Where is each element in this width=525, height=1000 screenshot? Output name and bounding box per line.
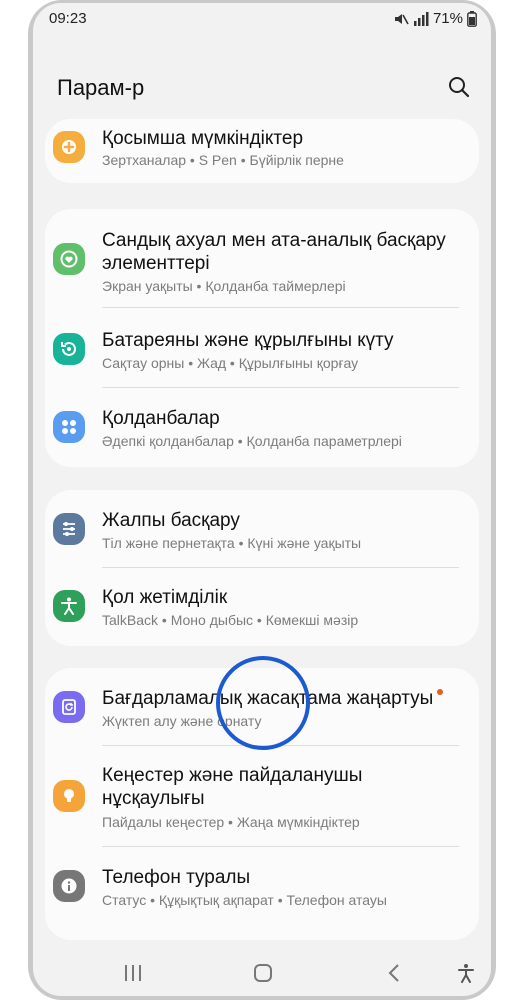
item-label: Батареяны және құрылғыны күту: [102, 330, 394, 351]
settings-item-accessibility[interactable]: Қол жетімділік TalkBack • Моно дыбыс • К…: [45, 568, 479, 646]
item-subtitle: Әдепкі қолданбалар • Қолданба параметрле…: [102, 433, 402, 449]
home-icon: [254, 964, 272, 982]
settings-group-advanced: Қосымша мүмкіндіктер Зертханалар • S Pen…: [45, 119, 479, 183]
page-title: Парам-р: [57, 75, 145, 100]
item-label: Қосымша мүмкіндіктер: [102, 128, 304, 149]
item-subtitle: Тіл және пернетақта • Күні және уақыты: [102, 535, 362, 551]
battery-percent: 71%: [432, 10, 463, 27]
notification-dot: [437, 689, 444, 695]
item-label: Қол жетімділік: [102, 587, 228, 608]
plus-gear-icon: [53, 131, 85, 163]
accessibility-button[interactable]: [452, 961, 480, 985]
recent-apps-button[interactable]: [119, 961, 147, 985]
settings-item-advanced-features[interactable]: Қосымша мүмкіндіктер Зертханалар • S Pen…: [45, 119, 479, 183]
item-subtitle: TalkBack • Моно дыбыс • Көмекші мәзір: [102, 612, 359, 628]
settings-group-support: Бағдарламалық жасақтама жаңартуы Жүктеп …: [45, 668, 479, 940]
item-subtitle: Статус • Құқықтық ақпарат • Телефон атау…: [102, 892, 387, 908]
status-bar: 09:23 71%: [33, 3, 491, 33]
item-label: Кеңестер және пайдаланушы нұсқаулығы: [102, 765, 363, 809]
status-icons: 71%: [393, 10, 477, 27]
apps-grid-icon: [53, 411, 85, 443]
software-update-icon: [53, 691, 85, 723]
settings-item-digital-wellbeing[interactable]: Сандық ахуал мен ата-аналық басқару элем…: [45, 209, 479, 307]
mute-icon: [393, 11, 409, 27]
back-button[interactable]: [380, 961, 408, 985]
signal-icon: [413, 11, 429, 26]
home-button[interactable]: [249, 961, 277, 985]
header: Парам-р: [33, 59, 491, 119]
item-subtitle: Жүктеп алу және орнату: [102, 713, 262, 729]
item-label: Қолданбалар: [102, 408, 220, 429]
lightbulb-icon: [53, 780, 85, 812]
settings-item-software-update[interactable]: Бағдарламалық жасақтама жаңартуы Жүктеп …: [45, 668, 479, 745]
item-subtitle: Экран уақыты • Қолданба таймерлері: [102, 278, 346, 294]
settings-item-battery-device-care[interactable]: Батареяны және құрылғыны күту Сақтау орн…: [45, 308, 479, 387]
recent-apps-icon: [125, 965, 141, 981]
accessibility-icon: [458, 964, 474, 983]
item-label: Телефон туралы: [102, 867, 251, 888]
heart-circle-icon: [53, 243, 85, 275]
battery-icon: [467, 10, 477, 27]
item-subtitle: Сақтау орны • Жад • Құрылғыны қорғау: [102, 355, 359, 371]
search-button[interactable]: [445, 73, 473, 101]
item-label: Сандық ахуал мен ата-аналық басқару элем…: [102, 230, 446, 274]
search-icon: [449, 77, 470, 98]
item-subtitle: Пайдалы кеңестер • Жаңа мүмкіндіктер: [102, 814, 360, 830]
sliders-icon: [53, 513, 85, 545]
settings-item-general-management[interactable]: Жалпы басқару Тіл және пернетақта • Күні…: [45, 490, 479, 567]
status-time: 09:23: [49, 10, 87, 27]
device-care-icon: [53, 333, 85, 365]
settings-item-tips-manual[interactable]: Кеңестер және пайдаланушы нұсқаулығы Пай…: [45, 746, 479, 846]
settings-group-general: Жалпы басқару Тіл және пернетақта • Күні…: [45, 490, 479, 646]
settings-item-about-phone[interactable]: Телефон туралы Статус • Құқықтық ақпарат…: [45, 847, 479, 926]
item-subtitle: Зертханалар • S Pen • Бүйірлік перне: [102, 152, 344, 168]
accessibility-person-icon: [53, 590, 85, 622]
info-icon: [53, 870, 85, 902]
back-icon: [388, 964, 399, 982]
item-label: Жалпы басқару: [102, 510, 240, 531]
item-label-text: Бағдарламалық жасақтама жаңартуы: [102, 688, 434, 709]
navigation-bar: [33, 951, 491, 996]
item-label: Бағдарламалық жасақтама жаңартуы: [102, 687, 459, 710]
settings-screen: 09:23 71% Парам-р Қосымша мүмкіндіктер З…: [33, 3, 491, 996]
settings-group-wellbeing: Сандық ахуал мен ата-аналық басқару элем…: [45, 209, 479, 467]
settings-item-apps[interactable]: Қолданбалар Әдепкі қолданбалар • Қолданб…: [45, 388, 479, 467]
